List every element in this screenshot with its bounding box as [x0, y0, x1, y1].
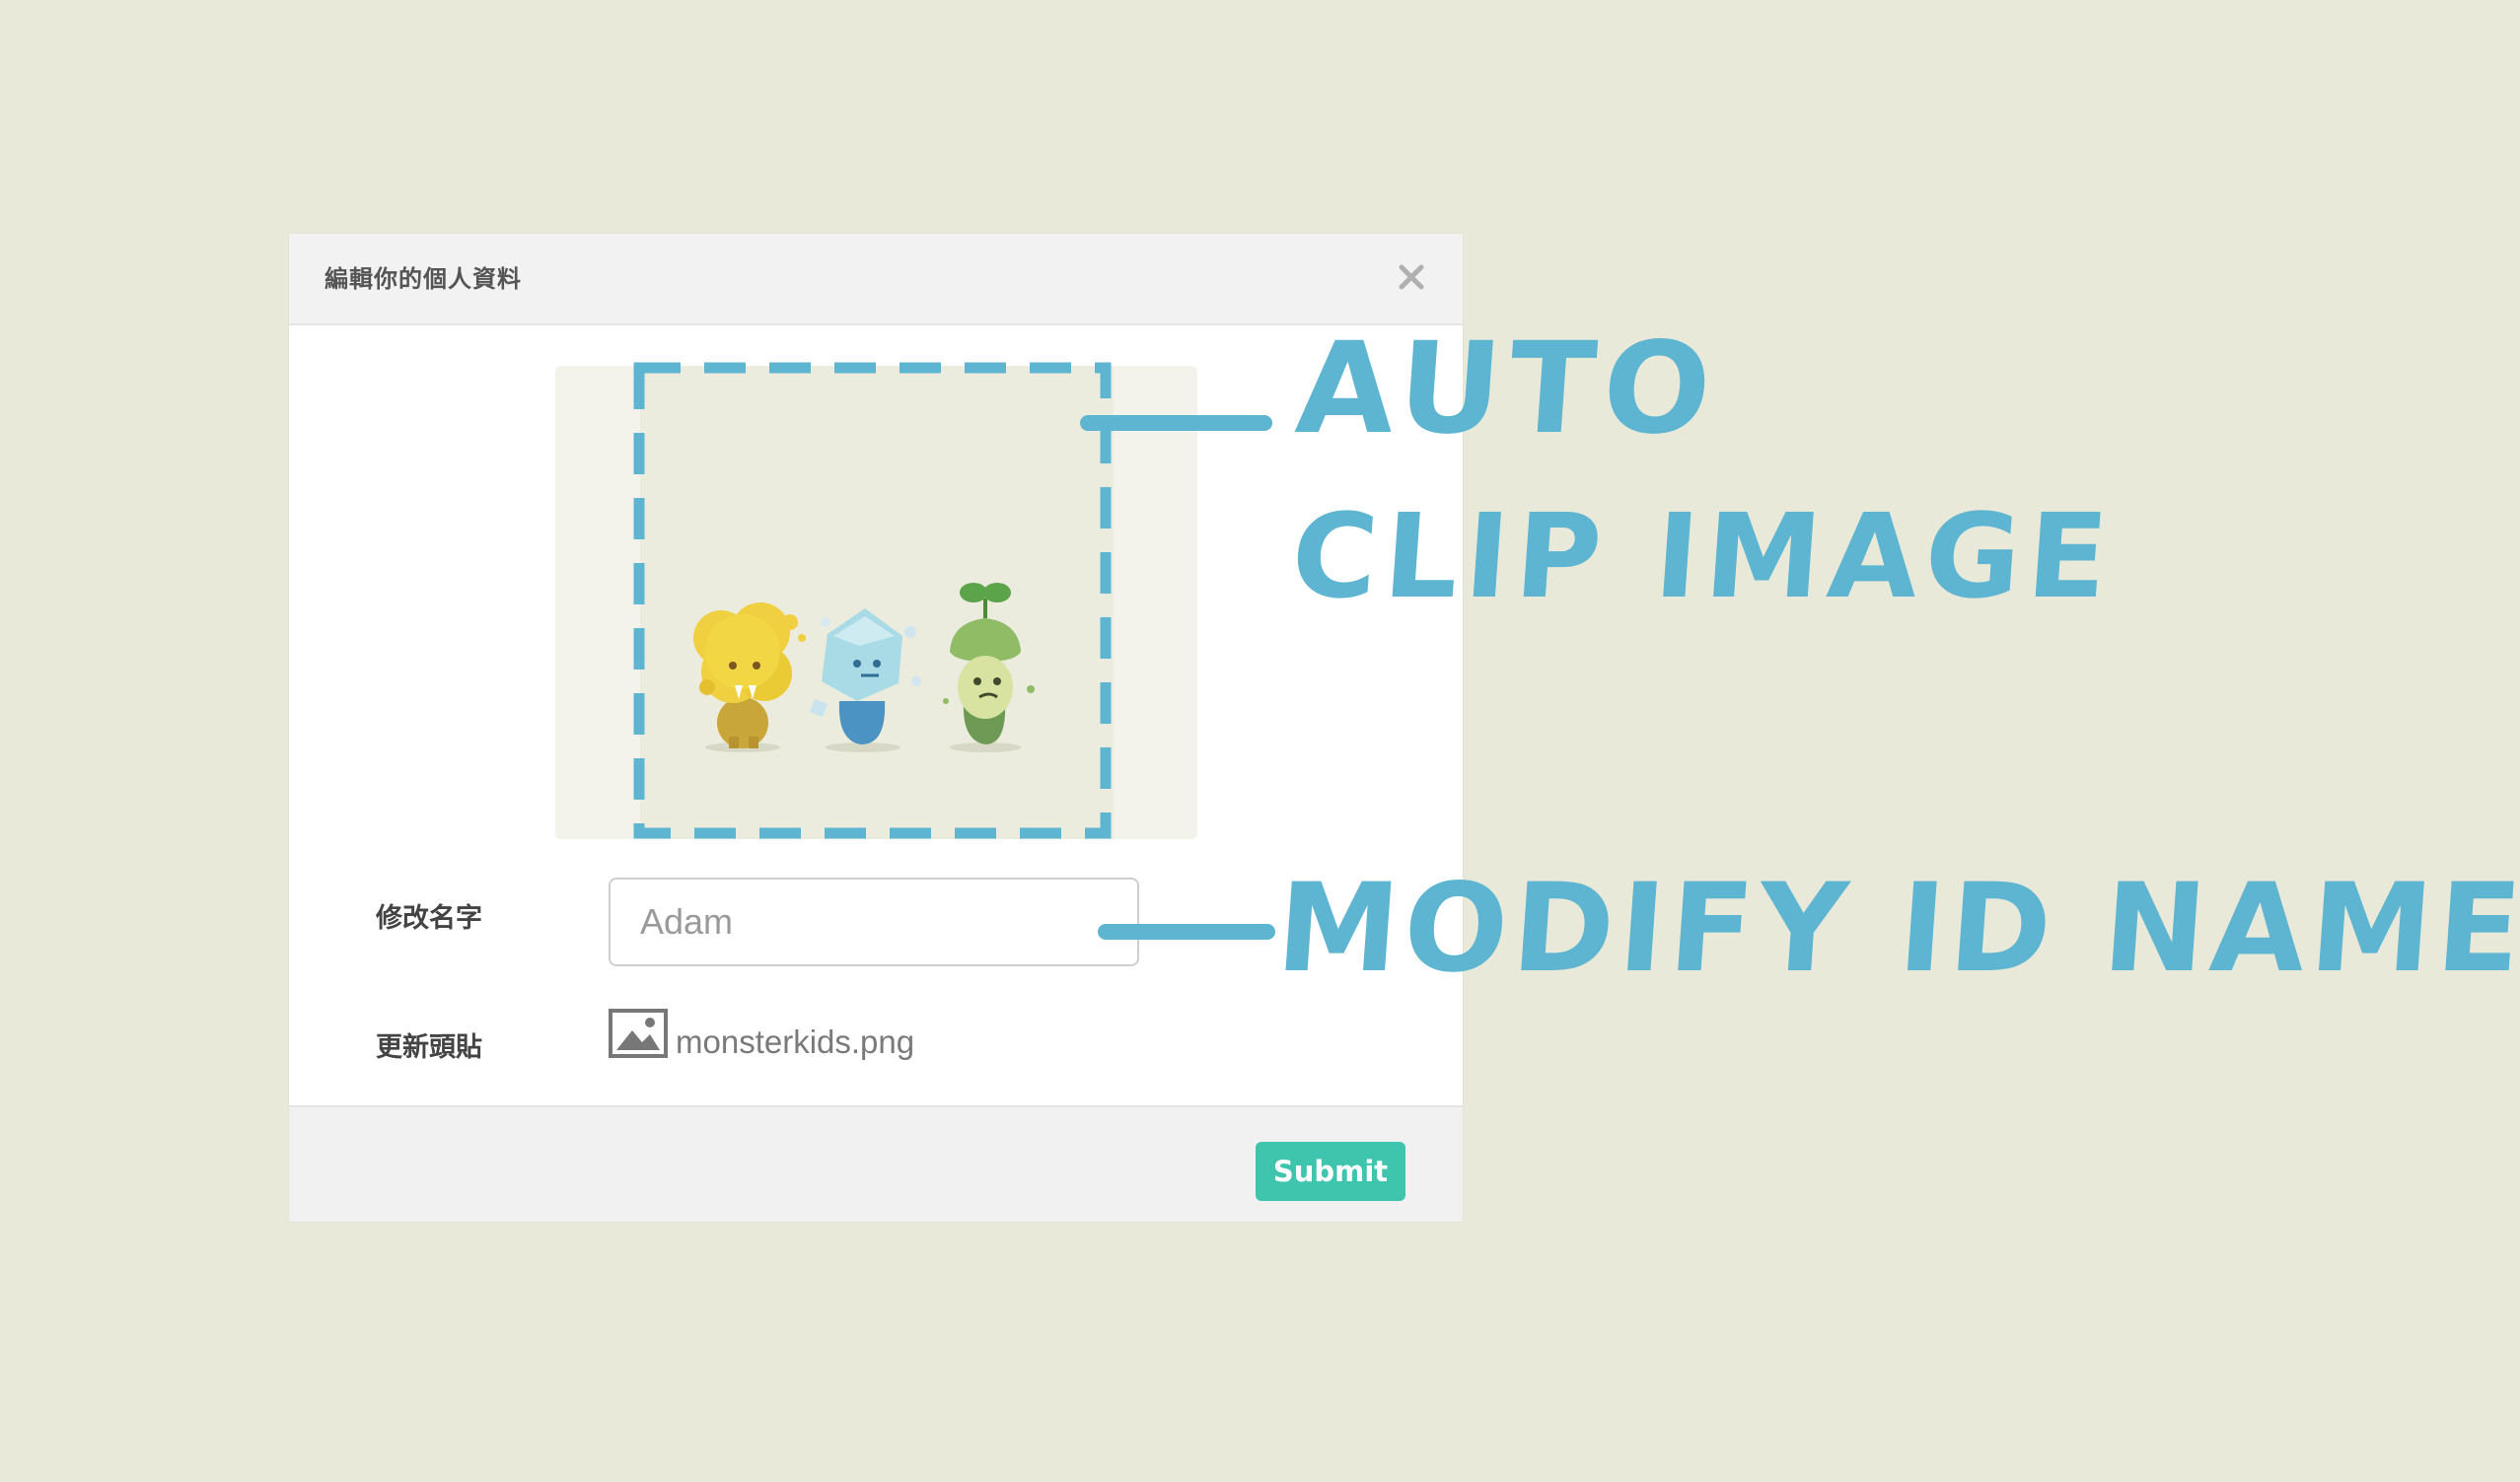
annotation-modify-id: MODIFY ID NAME — [1271, 858, 2520, 1000]
clip-region-outline — [633, 362, 1112, 839]
name-label: 修改名字 — [376, 903, 482, 934]
dialog-footer: Submit — [289, 1105, 1463, 1222]
close-icon — [1399, 264, 1424, 290]
annotation-clip-image: CLIP IMAGE — [1287, 488, 2120, 624]
avatar-label: 更新頭貼 — [376, 1032, 482, 1063]
dialog-header: 編輯你的個人資料 — [289, 234, 1463, 325]
avatar-file-picker[interactable]: monsterkids.png — [609, 1009, 914, 1068]
modify-id-pointer-line — [1098, 924, 1275, 940]
annotation-auto: AUTO — [1291, 316, 1724, 462]
name-input[interactable] — [609, 878, 1139, 966]
avatar-file-name: monsterkids.png — [676, 1023, 915, 1060]
image-file-icon — [609, 1009, 668, 1058]
submit-button[interactable]: Submit — [1256, 1142, 1405, 1201]
dialog-title: 編輯你的個人資料 — [324, 265, 522, 293]
close-button[interactable] — [1392, 257, 1431, 297]
auto-clip-pointer-line — [1080, 415, 1272, 431]
